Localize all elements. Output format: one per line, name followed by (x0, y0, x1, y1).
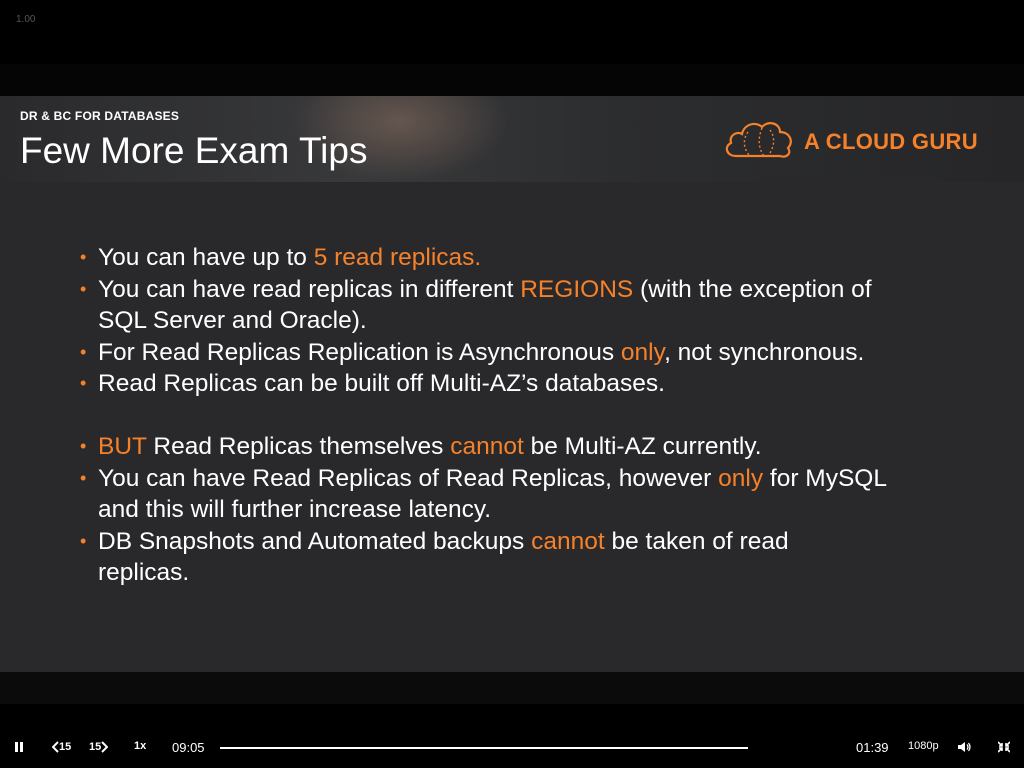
bullet-text: , not synchronous. (664, 338, 865, 366)
bullet-dot-icon: • (80, 530, 87, 551)
highlight-text: REGIONS (520, 275, 634, 303)
bullet-dot-icon: • (80, 278, 87, 299)
highlight-text: cannot (450, 433, 524, 460)
letterbox-bottom (0, 672, 1024, 704)
bullet-text: DB Snapshots and Automated backups (98, 527, 532, 555)
remaining-time: 01:39 (856, 740, 889, 755)
bullet-text: You can have up to (98, 244, 314, 271)
bullet-dot-icon: • (80, 436, 87, 456)
skip-back-button[interactable]: 15 (52, 741, 71, 753)
bullet-text: and this will further increase latency. (98, 496, 492, 523)
bullet-text: be taken of read (604, 527, 789, 555)
exit-fullscreen-icon (998, 741, 1010, 753)
bullet-text: Read Replicas can be built off Multi-AZ’… (98, 370, 665, 397)
highlight-text: 5 read replicas. (313, 244, 482, 271)
skip-forward-label: 15 (89, 741, 102, 753)
bullet-item: • For Read Replicas Replication is Asynch… (78, 337, 978, 369)
volume-icon (958, 741, 972, 753)
bullet-text: replicas. (98, 559, 190, 586)
skip-forward-button[interactable]: 15 (89, 741, 109, 753)
quality-button[interactable]: 1080p (908, 740, 939, 752)
bullet-text: You can have read replicas in different (98, 275, 521, 303)
logo-text: A CLOUD GURU (804, 128, 978, 154)
bullet-item: • You can have Read Replicas of Read Repl… (78, 463, 978, 495)
bullet-dot-icon: • (80, 467, 87, 488)
highlight-text: only (718, 464, 764, 492)
bullet-dot-icon: • (80, 247, 87, 267)
bullet-item: • You can have up to 5 read replicas. (78, 242, 978, 274)
pause-button[interactable] (14, 742, 24, 752)
playback-speed-button[interactable]: 1x (134, 740, 146, 752)
bullet-text: SQL Server and Oracle). (98, 307, 367, 334)
bullet-item: • You can have read replicas in different… (78, 274, 978, 306)
bullet-item: • BUT Read Replicas themselves cannot be … (78, 431, 978, 463)
player-controls: 15 15 1x 09:05 01:39 1080p (0, 730, 1024, 768)
skip-forward-icon (101, 741, 109, 753)
highlight-text: only (620, 338, 665, 366)
cloud-logo-icon (722, 118, 796, 165)
slide-content: • You can have up to 5 read replicas. • You… (0, 182, 1024, 672)
brand-logo: A CLOUD GURU (722, 118, 978, 165)
highlight-text: BUT (98, 433, 147, 460)
bullet-text: for MySQL (763, 464, 887, 492)
skip-back-label: 15 (59, 741, 72, 753)
slide-title: Few More Exam Tips (20, 130, 368, 171)
bullet-text: You can have Read Replicas of Read Repli… (98, 464, 719, 492)
slide-header: DR & BC FOR DATABASES Few More Exam Tips… (0, 96, 1024, 182)
progress-bar[interactable] (220, 747, 748, 749)
bullet-item: • DB Snapshots and Automated backups cann… (78, 526, 978, 558)
elapsed-time: 09:05 (172, 740, 205, 755)
letterbox-top (0, 64, 1024, 96)
bullet-continuation: SQL Server and Oracle). (78, 305, 978, 337)
skip-back-icon (52, 741, 59, 753)
bullet-text: For Read Replicas Replication is Asynchr… (98, 338, 621, 366)
bullet-continuation: replicas. (78, 557, 978, 589)
exit-fullscreen-button[interactable] (998, 741, 1010, 753)
zoom-level: 1.00 (16, 14, 36, 25)
bullet-dot-icon: • (80, 341, 87, 362)
bullet-list: • You can have up to 5 read replicas. • You… (78, 242, 978, 589)
bullet-dot-icon: • (80, 373, 87, 393)
volume-button[interactable] (958, 741, 972, 753)
bullet-text: (with the exception of (633, 275, 872, 303)
bullet-text: be Multi-AZ currently. (523, 433, 762, 460)
highlight-text: cannot (531, 527, 605, 555)
bullet-text: Read Replicas themselves (146, 433, 451, 460)
pause-icon (14, 742, 24, 752)
bullet-continuation: and this will further increase latency. (78, 494, 978, 526)
bullet-item: • Read Replicas can be built off Multi-AZ… (78, 368, 978, 400)
section-label: DR & BC FOR DATABASES (20, 109, 180, 123)
